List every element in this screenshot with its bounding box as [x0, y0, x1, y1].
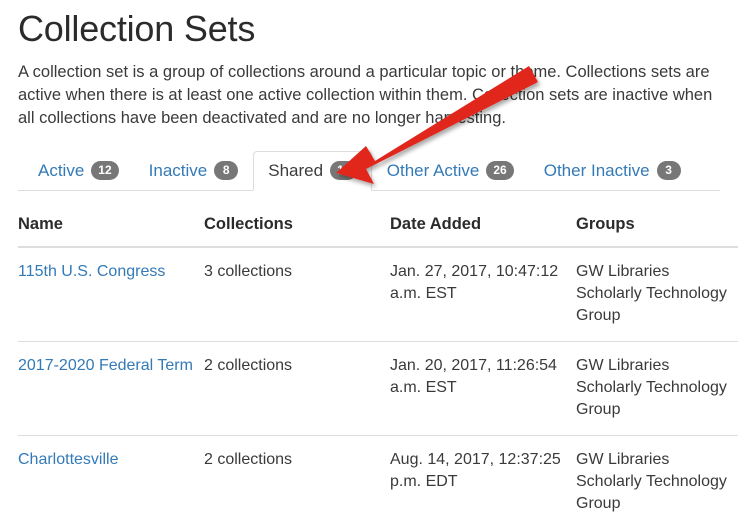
cell-name: 2017-2020 Federal Term [18, 341, 204, 436]
tab-other-active-badge: 26 [486, 161, 514, 181]
cell-groups: GW Libraries Scholarly Technology Group [576, 435, 738, 529]
tab-shared[interactable]: Shared 11 [253, 151, 372, 192]
cell-name: Charlottesville [18, 435, 204, 529]
tab-active-badge: 12 [91, 161, 119, 181]
tab-inactive[interactable]: Inactive 8 [134, 151, 254, 191]
collection-set-link[interactable]: 115th U.S. Congress [18, 263, 165, 280]
cell-collections: 2 collections [204, 435, 390, 529]
tab-bar: Active 12 Inactive 8 Shared 11 Other Act… [18, 151, 720, 192]
collection-sets-table: Name Collections Date Added Groups 115th… [18, 209, 738, 529]
tab-other-inactive-label: Other Inactive [543, 161, 650, 181]
cell-groups: GW Libraries Scholarly Technology Group [576, 263, 727, 325]
collection-set-link[interactable]: 2017-2020 Federal Term [18, 357, 193, 374]
column-header-name: Name [18, 209, 204, 249]
collection-sets-page: Collection Sets A collection set is a gr… [0, 0, 738, 529]
table-row: 2017-2020 Federal Term 2 collections Jan… [18, 341, 738, 436]
tab-inactive-label: Inactive [148, 161, 208, 181]
cell-date-added: Jan. 20, 2017, 11:26:54 a.m. EST [390, 341, 576, 436]
cell-name: 115th U.S. Congress [18, 247, 204, 342]
tab-shared-badge: 11 [330, 161, 357, 181]
page-title: Collection Sets [18, 8, 256, 49]
tab-active-label: Active [38, 161, 85, 181]
table-body: 115th U.S. Congress 3 collections Jan. 2… [18, 247, 738, 529]
table-header-row: Name Collections Date Added Groups [18, 209, 738, 249]
tab-shared-label: Shared [268, 161, 324, 181]
column-header-collections: Collections [204, 209, 390, 249]
cell-date-added: Jan. 27, 2017, 10:47:12 a.m. EST [390, 263, 559, 303]
cell-collections: 3 collections [204, 263, 293, 281]
table-row: 115th U.S. Congress 3 collections Jan. 2… [18, 247, 738, 342]
cell-date-added: Aug. 14, 2017, 12:37:25 p.m. EDT [390, 435, 576, 529]
tab-other-inactive[interactable]: Other Inactive 3 [529, 151, 696, 191]
tab-active[interactable]: Active 12 [23, 151, 134, 191]
cell-collections: 2 collections [204, 341, 390, 436]
table-row: Charlottesville 2 collections Aug. 14, 2… [18, 435, 738, 529]
page-description: A collection set is a group of collectio… [18, 63, 713, 128]
column-header-groups: Groups [576, 209, 738, 249]
column-header-date-added: Date Added [390, 209, 576, 249]
collection-set-link[interactable]: Charlottesville [18, 451, 118, 468]
tab-other-active-label: Other Active [386, 161, 480, 181]
tab-other-active[interactable]: Other Active 26 [372, 151, 529, 191]
table-header: Name Collections Date Added Groups [18, 209, 738, 249]
tab-inactive-badge: 8 [214, 161, 239, 181]
tab-other-inactive-badge: 3 [656, 161, 681, 181]
cell-groups: GW Libraries Scholarly Technology Group [576, 341, 738, 436]
